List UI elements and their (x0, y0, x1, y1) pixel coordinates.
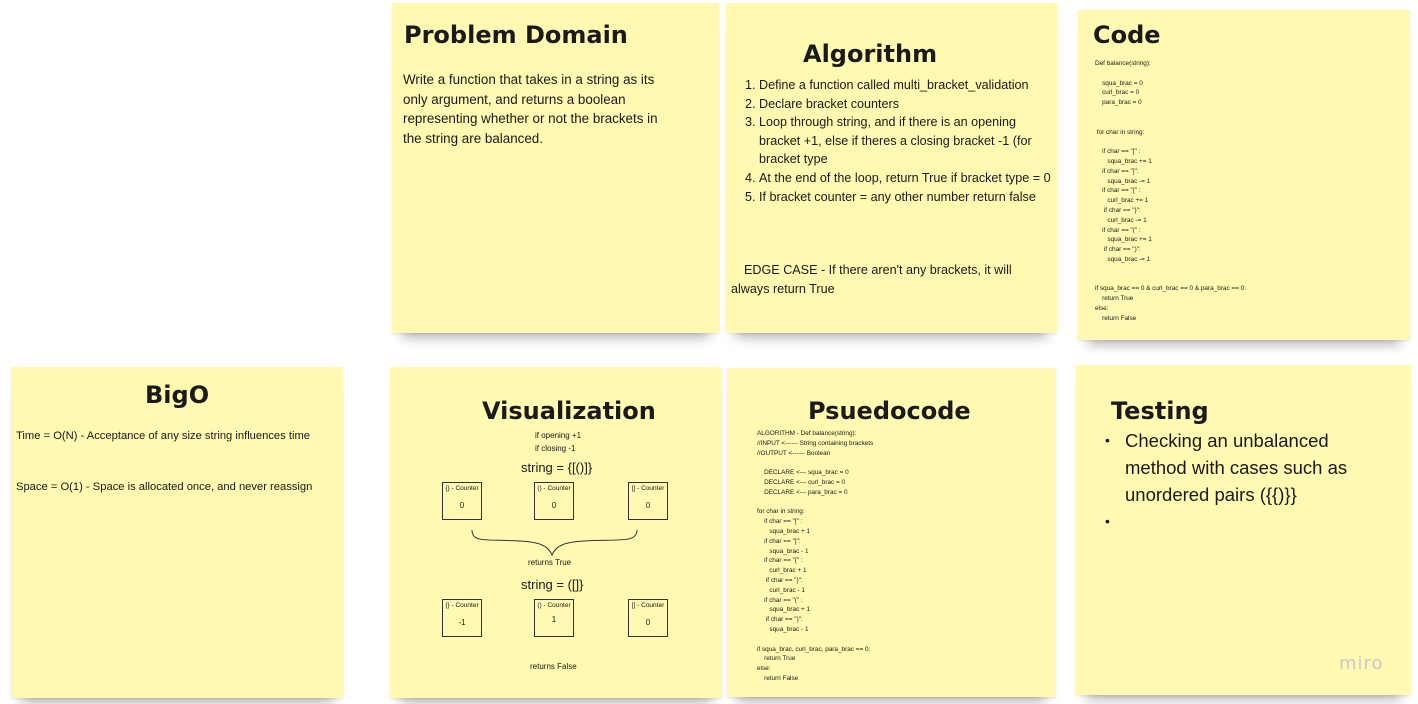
note-title: Visualization (482, 397, 656, 425)
algorithm-step: If bracket counter = any other number re… (759, 188, 1055, 207)
note-title: Algorithm (803, 40, 938, 68)
algorithm-step: Loop through string, and if there is an … (759, 113, 1055, 169)
note-title: Code (1093, 21, 1161, 49)
example-string-2: string = ([]} (521, 577, 584, 592)
algorithm-step: Define a function called multi_bracket_v… (759, 76, 1055, 95)
counter-label: {} - Counter (445, 485, 479, 492)
algorithm-step: At the end of the loop, return True if b… (759, 169, 1055, 188)
time-complexity-text: Time = O(N) - Acceptance of any size str… (16, 430, 310, 442)
counter-label: {} - Counter (445, 602, 479, 609)
rule-closing: if closing -1 (535, 444, 576, 453)
counter-box: () - Counter 1 (534, 599, 574, 637)
note-title: Testing (1111, 397, 1209, 425)
note-title: BigO (145, 381, 210, 409)
counter-label: [] - Counter (631, 602, 665, 609)
sticky-note-algorithm[interactable]: Algorithm Define a function called multi… (726, 3, 1057, 333)
note-title: Problem Domain (404, 21, 628, 49)
counter-box: () - Counter 0 (534, 482, 574, 520)
sticky-note-problem-domain[interactable]: Problem Domain Write a function that tak… (392, 3, 719, 333)
counter-value: 1 (551, 615, 557, 624)
edge-case-text: EDGE CASE - If there aren't any brackets… (731, 263, 1012, 296)
sticky-note-code[interactable]: Code Def balance(string): squa_brac = 0 … (1078, 10, 1410, 340)
counter-value: -1 (458, 618, 466, 627)
sticky-note-testing[interactable]: Testing Checking an unbalanced method wi… (1076, 365, 1411, 695)
sticky-note-pseudocode[interactable]: Psuedocode ALGORITHM - Def balance(strin… (727, 368, 1056, 697)
counter-value: 0 (551, 501, 557, 510)
counter-value: 0 (459, 501, 465, 510)
example-string-1: string = {[()]} (521, 460, 593, 475)
note-title: Psuedocode (808, 397, 971, 425)
space-complexity-text: Space = O(1) - Space is allocated once, … (16, 481, 313, 493)
algorithm-step: Declare bracket counters (759, 95, 1055, 114)
counter-label: () - Counter (537, 485, 571, 492)
testing-item: Checking an unbalanced method with cases… (1105, 427, 1375, 508)
miro-logo: miro (1339, 653, 1384, 674)
counter-box: [] - Counter 0 (628, 599, 668, 637)
code-body: Def balance(string): squa_brac = 0 curl_… (1095, 60, 1246, 322)
algorithm-steps: Define a function called multi_bracket_v… (727, 76, 1055, 206)
counter-value: 0 (645, 501, 651, 510)
rule-opening: if opening +1 (535, 431, 582, 440)
pseudocode-body: ALGORITHM - Def balance(string): //INPUT… (757, 430, 874, 682)
sticky-note-bigo[interactable]: BigO Time = O(N) - Acceptance of any siz… (11, 367, 343, 698)
counter-label: () - Counter (537, 602, 571, 609)
counter-box: [] - Counter 0 (628, 482, 668, 520)
counter-box: {} - Counter -1 (442, 599, 482, 637)
testing-item (1105, 508, 1375, 535)
testing-list: Checking an unbalanced method with cases… (1077, 427, 1375, 535)
note-body: Write a function that takes in a string … (403, 72, 658, 146)
sticky-note-visualization[interactable]: Visualization if opening +1 if closing -… (390, 367, 722, 698)
counter-value: 0 (645, 618, 651, 627)
counter-label: [] - Counter (631, 485, 665, 492)
example-result-1: returns True (528, 558, 572, 567)
example-result-2: returns False (530, 662, 577, 671)
counter-box: {} - Counter 0 (442, 482, 482, 520)
